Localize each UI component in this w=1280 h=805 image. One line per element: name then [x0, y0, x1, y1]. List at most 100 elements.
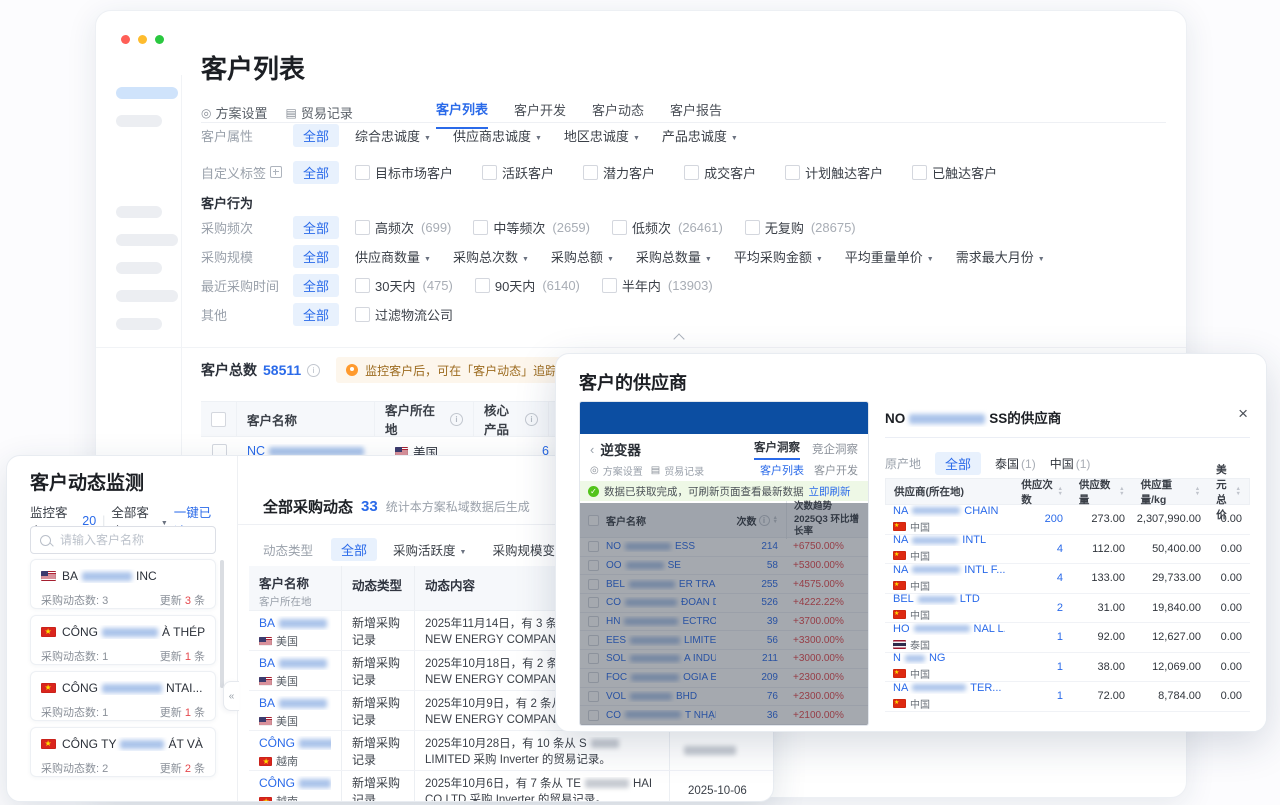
filter-checkbox[interactable]: 活跃客户: [482, 163, 561, 182]
supply-times[interactable]: 200: [1013, 513, 1071, 525]
supply-times[interactable]: 4: [1013, 543, 1071, 555]
supply-times[interactable]: 4: [1013, 572, 1071, 584]
feed-row[interactable]: CÔNGPHÁ... 越南 新增采购记录 2025年10月28日，有 10 条从…: [249, 731, 773, 771]
supplier-name-link[interactable]: NA INTL: [893, 534, 1005, 546]
tab-customer-insight[interactable]: 客户洞察: [754, 439, 800, 460]
customer-name-link[interactable]: BAINC: [259, 616, 331, 630]
checkbox-icon[interactable]: [474, 277, 490, 293]
filter-checkbox[interactable]: 中等频次 (2659): [473, 218, 590, 237]
filter-checkbox[interactable]: 潜力客户: [583, 163, 662, 182]
filter-all-pill[interactable]: 全部: [293, 123, 340, 147]
customer-search-box[interactable]: [30, 526, 216, 554]
filter-all-pill[interactable]: 全部: [293, 273, 340, 297]
trade-records-button[interactable]: ▤ 贸易记录: [651, 463, 704, 478]
customer-name-link[interactable]: CÔNGPHÁ...: [259, 736, 331, 750]
checkbox-icon[interactable]: [601, 277, 617, 293]
window-controls[interactable]: [121, 35, 172, 44]
supply-times[interactable]: 1: [1013, 631, 1071, 643]
sort-icon[interactable]: [1119, 487, 1124, 496]
filter-dropdown[interactable]: 采购总数量: [636, 247, 712, 266]
filter-all-pill[interactable]: 全部: [293, 215, 340, 239]
sidebar-item[interactable]: [116, 290, 178, 302]
checkbox-icon[interactable]: [355, 219, 371, 235]
filter-dropdown[interactable]: 平均采购金额: [734, 247, 823, 266]
close-icon[interactable]: ×: [1238, 404, 1248, 424]
filter-all-pill[interactable]: 全部: [293, 160, 340, 184]
subtab-customer-development[interactable]: 客户开发: [814, 462, 858, 478]
filter-checkbox[interactable]: 高频次 (699): [355, 218, 451, 237]
feed-row[interactable]: CÔNGH C... 越南 新增采购记录 2025年10月6日，有 7 条从 T…: [249, 771, 773, 801]
filter-checkbox[interactable]: 已触达客户: [912, 163, 1004, 182]
customer-name-link[interactable]: BAINC: [259, 656, 331, 670]
supplier-row[interactable]: NATER... 中国 1 72.00 8,784.00 0.00: [885, 682, 1250, 712]
info-icon[interactable]: [307, 363, 321, 377]
col-supply-times[interactable]: 供应次数: [1013, 477, 1071, 507]
col-supply-qty[interactable]: 供应数量: [1071, 477, 1133, 507]
checkbox-icon[interactable]: [785, 164, 801, 180]
monitored-customer-card[interactable]: CÔNGNTAI... 采购动态数: 1 更新 1 条: [30, 671, 216, 721]
filter-checkbox[interactable]: 低频次 (26461): [611, 218, 723, 237]
checkbox-icon[interactable]: [355, 277, 371, 293]
collapse-filters-button[interactable]: [661, 331, 697, 345]
filter-dropdown[interactable]: 地区忠诚度: [564, 126, 640, 145]
filter-checkbox[interactable]: 成交客户: [684, 163, 763, 182]
filter-dropdown[interactable]: 供应商数量: [355, 247, 431, 266]
filter-checkbox[interactable]: 无复购 (28675): [744, 218, 856, 237]
filter-dropdown[interactable]: 需求最大月份: [956, 247, 1045, 266]
supplier-name-link[interactable]: BEL LTD: [893, 593, 1005, 605]
refresh-now-link[interactable]: 立即刷新: [809, 484, 851, 499]
col-core-products[interactable]: 核心产品: [474, 402, 549, 437]
supplier-name-link[interactable]: N NG: [893, 652, 1005, 664]
supplier-row[interactable]: NAINTL 中国 4 112.00 50,400.00 0.00: [885, 534, 1250, 564]
filter-checkbox[interactable]: 目标市场客户: [355, 163, 460, 182]
supplier-name-link[interactable]: NA CHAIN: [893, 505, 1005, 517]
filter-dropdown[interactable]: 采购活跃度: [393, 540, 466, 559]
filter-dropdown[interactable]: 综合忠诚度: [355, 126, 431, 145]
filter-checkbox[interactable]: 过滤物流公司: [355, 305, 460, 324]
filter-all-pill[interactable]: 全部: [293, 244, 340, 268]
customer-name-link[interactable]: CÔNGH C...: [259, 776, 331, 790]
sidebar-item[interactable]: [116, 234, 178, 246]
checkbox-icon[interactable]: [912, 164, 928, 180]
monitored-customer-card[interactable]: CÔNGÀ THÉP ... 采购动态数: 1 更新 1 条: [30, 615, 216, 665]
minimize-window-icon[interactable]: [138, 35, 147, 44]
supplier-row[interactable]: NAINTL F... 中国 4 133.00 29,733.00 0.00: [885, 564, 1250, 594]
filter-dropdown[interactable]: 采购总额: [551, 247, 614, 266]
col-customer-location[interactable]: 客户所在地: [375, 402, 474, 437]
plan-settings-button[interactable]: ◎ 方案设置: [590, 463, 643, 478]
checkbox-icon[interactable]: [583, 164, 599, 180]
customer-name-link[interactable]: BAINC: [259, 696, 331, 710]
select-all-cell[interactable]: [201, 402, 237, 436]
filter-dropdown[interactable]: 产品忠诚度: [662, 126, 738, 145]
filter-checkbox[interactable]: 30天内 (475): [355, 276, 453, 295]
sort-icon[interactable]: [1057, 487, 1062, 496]
filter-checkbox[interactable]: 半年内 (13903): [601, 276, 713, 295]
maximize-window-icon[interactable]: [155, 35, 164, 44]
monitored-customer-card[interactable]: CÔNG TYÁT VÀ ... 采购动态数: 2 更新 2 条: [30, 727, 216, 777]
supplier-row[interactable]: HONAL L... 泰国 1 92.00 12,627.00 0.00: [885, 623, 1250, 653]
search-input[interactable]: [58, 532, 206, 548]
filter-dropdown[interactable]: 平均重量单价: [845, 247, 934, 266]
tab-competitor-insight[interactable]: 竞企洞察: [812, 441, 858, 457]
checkbox-icon[interactable]: [355, 164, 371, 180]
filter-checkbox[interactable]: 计划触达客户: [785, 163, 890, 182]
supplier-row[interactable]: NACHAIN 中国 200 273.00 2,307,990.00 0.00: [885, 505, 1250, 535]
back-icon[interactable]: ‹: [590, 442, 594, 457]
sidebar-item[interactable]: [116, 262, 162, 274]
supplier-row[interactable]: BELLTD 中国 2 31.00 19,840.00 0.00: [885, 593, 1250, 623]
origin-tab-china[interactable]: 中国 (1): [1050, 455, 1091, 472]
sort-icon[interactable]: [1236, 487, 1241, 496]
col-customer-name[interactable]: 客户名称: [237, 402, 375, 436]
sidebar-item[interactable]: [116, 115, 162, 127]
col-supply-weight[interactable]: 供应重量/kg: [1133, 477, 1209, 507]
supplier-row[interactable]: NNG 中国 1 38.00 12,069.00 0.00: [885, 652, 1250, 682]
sidebar-item-active[interactable]: [116, 87, 178, 99]
subtab-customer-list[interactable]: 客户列表: [760, 462, 804, 478]
origin-tab-thailand[interactable]: 泰国 (1): [995, 455, 1036, 472]
filter-all-pill[interactable]: 全部: [293, 302, 340, 326]
filter-all-pill[interactable]: 全部: [331, 538, 378, 561]
checkbox-icon[interactable]: [744, 219, 760, 235]
manage-tags-icon[interactable]: [270, 166, 283, 178]
filter-checkbox[interactable]: 90天内 (6140): [474, 276, 580, 295]
checkbox-icon[interactable]: [611, 219, 627, 235]
